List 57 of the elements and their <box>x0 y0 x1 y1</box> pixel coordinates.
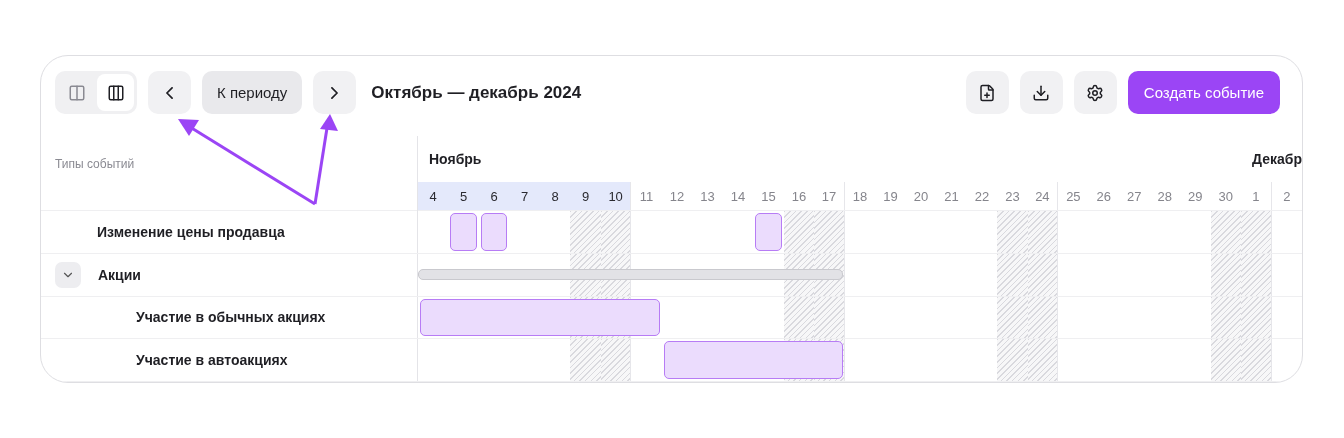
day-cell[interactable]: 19 <box>875 182 906 210</box>
day-cell[interactable]: 12 <box>661 182 693 210</box>
day-cell[interactable]: 22 <box>966 182 998 210</box>
day-cell[interactable]: 1 <box>1241 182 1272 210</box>
event-bar[interactable] <box>755 213 782 251</box>
two-columns-icon <box>67 83 86 102</box>
three-columns-icon <box>106 83 125 102</box>
day-cell[interactable]: 7 <box>509 182 540 210</box>
event-bar[interactable] <box>450 213 477 251</box>
day-cell[interactable]: 28 <box>1149 182 1181 210</box>
period-title: Октябрь — декабрь 2024 <box>371 82 582 103</box>
new-file-button[interactable] <box>965 71 1009 114</box>
day-cell[interactable]: 17 <box>814 182 845 210</box>
day-cell[interactable]: 27 <box>1119 182 1150 210</box>
download-button[interactable] <box>1019 71 1063 114</box>
day-cell[interactable]: 6 <box>478 182 510 210</box>
day-cell[interactable]: 11 <box>631 182 662 210</box>
day-cell[interactable]: 15 <box>753 182 784 210</box>
chevron-left-icon <box>166 86 173 99</box>
file-plus-icon <box>978 83 997 102</box>
three-columns-view-button[interactable] <box>97 74 134 111</box>
column-header: Типы событий <box>55 157 135 171</box>
expand-toggle[interactable] <box>55 261 81 288</box>
settings-button[interactable] <box>1073 71 1117 114</box>
day-cell[interactable]: 25 <box>1058 182 1089 210</box>
event-bar[interactable] <box>420 298 660 337</box>
day-cell[interactable]: 14 <box>722 182 754 210</box>
group-span-bar[interactable] <box>418 269 843 281</box>
day-cell[interactable]: 30 <box>1210 182 1242 210</box>
download-icon <box>1032 83 1051 102</box>
day-cell[interactable]: 26 <box>1088 182 1120 210</box>
day-cell[interactable]: 24 <box>1027 182 1059 210</box>
event-bar[interactable] <box>480 213 508 251</box>
chevron-right-icon <box>331 86 339 99</box>
day-cell[interactable]: 16 <box>783 182 815 210</box>
day-cell[interactable]: 13 <box>692 182 723 210</box>
day-cell[interactable]: 2 <box>1271 182 1302 210</box>
create-event-button[interactable]: Создать событие <box>1127 71 1280 114</box>
day-cell[interactable]: 4 <box>418 182 449 210</box>
period-button[interactable]: К периоду <box>202 71 303 114</box>
day-cell[interactable]: 10 <box>600 182 632 210</box>
event-type-label: Участие в обычных акциях <box>136 309 326 326</box>
event-type-label: Изменение цены продавца <box>97 223 285 240</box>
day-cell[interactable]: 23 <box>997 182 1028 210</box>
event-type-label: Акции <box>98 266 141 283</box>
month-label: Ноябрь <box>428 151 479 167</box>
day-cell[interactable]: 9 <box>570 182 601 210</box>
day-cell[interactable]: 29 <box>1180 182 1211 210</box>
event-bar[interactable] <box>663 341 843 379</box>
day-cell[interactable]: 18 <box>844 182 876 210</box>
month-label: Декабр <box>1251 151 1302 167</box>
day-cell[interactable]: 8 <box>539 182 571 210</box>
day-cell[interactable]: 21 <box>936 182 967 210</box>
day-cell[interactable]: 20 <box>905 182 937 210</box>
day-cell[interactable]: 5 <box>448 182 479 210</box>
event-type-label: Участие в автоакциях <box>136 352 288 369</box>
settings-icon <box>1086 83 1105 102</box>
